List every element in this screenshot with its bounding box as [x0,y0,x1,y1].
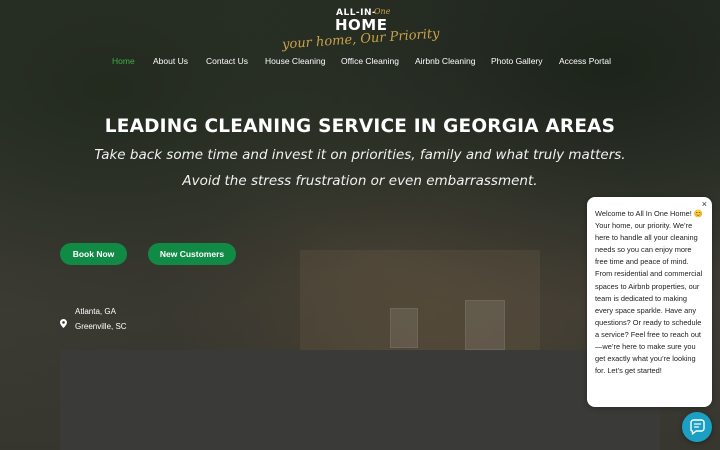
main-nav: Home About Us Contact Us House Cleaning … [0,52,720,72]
map-pin-icon [60,315,67,328]
logo-script-text: One [374,7,391,16]
chat-icon [690,419,705,435]
location-greenville: Greenville, SC [75,322,127,331]
nav-item-about-us[interactable]: About Us [153,56,188,66]
chat-launcher-button[interactable] [682,412,712,442]
hero-headline: LEADING CLEANING SERVICE IN GEORGIA AREA… [104,116,616,137]
nav-item-airbnb-cleaning[interactable]: Airbnb Cleaning [415,56,475,66]
hero-subline-1: Take back some time and invest it on pri… [94,147,626,163]
nav-item-photo-gallery[interactable]: Photo Gallery [491,56,543,66]
hero-subline-2: Avoid the stress frustration or even emb… [182,173,538,189]
content-panel [60,350,660,450]
nav-item-office-cleaning[interactable]: Office Cleaning [341,56,399,66]
new-customers-button[interactable]: New Customers [148,243,236,265]
location-atlanta: Atlanta, GA [75,307,116,316]
chat-welcome-popup: × Welcome to All In One Home! 😊 Your hom… [587,197,712,407]
book-now-button[interactable]: Book Now [60,243,127,265]
nav-item-contact-us[interactable]: Contact Us [206,56,248,66]
close-icon[interactable]: × [702,199,707,209]
site-logo[interactable]: ALL-IN- One HOME your home, Our Priority [282,6,450,54]
chat-message: Welcome to All In One Home! 😊 Your home,… [595,209,704,376]
nav-item-house-cleaning[interactable]: House Cleaning [265,56,325,66]
nav-item-home[interactable]: Home [112,56,135,66]
nav-item-access-portal[interactable]: Access Portal [559,56,611,66]
